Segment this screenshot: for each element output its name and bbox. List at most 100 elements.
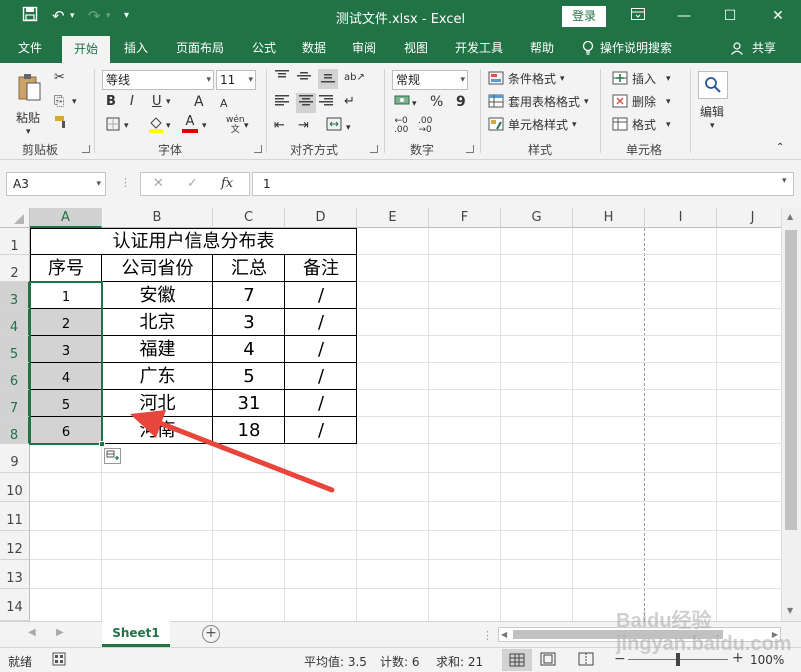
- delete-cells-icon[interactable]: [612, 94, 628, 114]
- align-left-icon[interactable]: [274, 93, 290, 113]
- align-bottom-icon[interactable]: [318, 69, 338, 89]
- font-size-select[interactable]: 11 ▾: [216, 70, 256, 90]
- row-header-10[interactable]: 10: [0, 473, 30, 502]
- tab-view[interactable]: 视图: [396, 33, 436, 63]
- border-icon[interactable]: [106, 117, 120, 137]
- decrease-decimal-icon[interactable]: .00 →0: [418, 117, 432, 135]
- tab-formulas[interactable]: 公式: [244, 33, 284, 63]
- select-all-corner[interactable]: [0, 208, 30, 228]
- align-top-icon[interactable]: [274, 69, 290, 89]
- cell-styles-icon[interactable]: [488, 117, 504, 137]
- column-header-c[interactable]: C: [213, 208, 285, 228]
- header-cell-province[interactable]: 公司省份: [102, 255, 213, 282]
- column-header-a[interactable]: A: [30, 208, 102, 228]
- quick-analysis-icon[interactable]: [104, 448, 121, 464]
- header-cell-notes[interactable]: 备注: [285, 255, 357, 282]
- data-cell[interactable]: 5: [213, 363, 285, 390]
- format-as-table-button[interactable]: 套用表格格式: [508, 93, 580, 111]
- copy-dropdown-icon[interactable]: ▾: [72, 93, 77, 111]
- comma-style-button[interactable]: 9: [456, 93, 466, 111]
- data-cell[interactable]: /: [285, 309, 357, 336]
- column-header-i[interactable]: I: [645, 208, 717, 228]
- paste-icon[interactable]: [14, 73, 44, 107]
- data-cell[interactable]: /: [285, 336, 357, 363]
- row-header-12[interactable]: 12: [0, 531, 30, 560]
- cell-styles-dropdown-icon[interactable]: ▾: [572, 116, 577, 134]
- tab-help[interactable]: 帮助: [522, 33, 562, 63]
- tab-file[interactable]: 文件: [8, 33, 52, 63]
- cancel-icon[interactable]: ✕: [153, 176, 164, 191]
- next-sheet-icon[interactable]: ▶: [56, 627, 64, 638]
- underline-dropdown-icon[interactable]: ▾: [166, 93, 171, 111]
- data-cell[interactable]: 北京: [102, 309, 213, 336]
- row-header-13[interactable]: 13: [0, 560, 30, 589]
- bold-button[interactable]: B: [106, 93, 116, 111]
- data-cell[interactable]: 7: [213, 282, 285, 309]
- data-cell[interactable]: 4: [213, 336, 285, 363]
- insert-dropdown-icon[interactable]: ▾: [666, 70, 671, 88]
- delete-dropdown-icon[interactable]: ▾: [666, 93, 671, 111]
- wrap-text-icon[interactable]: ↵: [344, 93, 355, 111]
- table-title[interactable]: 认证用户信息分布表: [30, 228, 357, 255]
- insert-function-button[interactable]: fx: [221, 176, 233, 191]
- grow-font-button[interactable]: A: [194, 93, 204, 111]
- align-middle-icon[interactable]: [296, 69, 312, 89]
- scroll-up-icon[interactable]: ▲: [787, 212, 793, 221]
- phonetic-icon[interactable]: wén 文: [226, 115, 245, 135]
- italic-button[interactable]: I: [130, 93, 134, 111]
- cut-icon[interactable]: ✂: [54, 69, 65, 87]
- underline-button[interactable]: U: [152, 93, 162, 111]
- row-header-14[interactable]: 14: [0, 589, 30, 621]
- minimize-icon[interactable]: —: [670, 4, 698, 28]
- tab-home[interactable]: 开始: [62, 36, 110, 63]
- ribbon-display-icon[interactable]: [624, 4, 652, 28]
- cell-styles-button[interactable]: 单元格样式: [508, 116, 568, 134]
- alignment-launcher-icon[interactable]: [370, 145, 378, 153]
- border-dropdown-icon[interactable]: ▾: [124, 117, 129, 135]
- align-center-icon[interactable]: [296, 93, 316, 113]
- clipboard-launcher-icon[interactable]: [82, 145, 90, 153]
- add-sheet-button[interactable]: +: [202, 625, 220, 643]
- insert-cells-icon[interactable]: [612, 71, 628, 91]
- expand-formula-icon[interactable]: ▾: [782, 176, 787, 186]
- tab-page-layout[interactable]: 页面布局: [168, 33, 232, 63]
- merge-center-icon[interactable]: [326, 117, 342, 137]
- column-header-h[interactable]: H: [573, 208, 645, 228]
- format-as-table-icon[interactable]: [488, 94, 504, 114]
- phonetic-dropdown-icon[interactable]: ▾: [244, 117, 249, 135]
- scroll-thumb[interactable]: [785, 230, 797, 530]
- column-header-e[interactable]: E: [357, 208, 429, 228]
- tab-developer[interactable]: 开发工具: [448, 33, 510, 63]
- format-dropdown-icon[interactable]: ▾: [666, 116, 671, 134]
- fill-handle[interactable]: [99, 441, 105, 447]
- share-button[interactable]: 共享: [748, 33, 780, 63]
- search-icon[interactable]: [698, 71, 728, 99]
- enter-icon[interactable]: ✓: [187, 176, 198, 191]
- fill-color-dropdown-icon[interactable]: ▾: [166, 117, 171, 135]
- prev-sheet-icon[interactable]: ◀: [28, 627, 36, 638]
- font-color-icon[interactable]: A: [182, 115, 198, 133]
- worksheet-grid[interactable]: A B C D E F G H I J 1 2 3 4 5 6 7 8 9 10…: [0, 208, 781, 621]
- more-icon[interactable]: ⋮: [120, 176, 131, 189]
- column-header-f[interactable]: F: [429, 208, 501, 228]
- row-header-11[interactable]: 11: [0, 502, 30, 531]
- row-header-6[interactable]: 6: [0, 363, 30, 390]
- merge-dropdown-icon[interactable]: ▾: [346, 119, 351, 137]
- shrink-font-button[interactable]: A: [220, 95, 228, 113]
- data-cell[interactable]: /: [285, 363, 357, 390]
- format-cells-icon[interactable]: [612, 117, 628, 137]
- currency-dropdown-icon[interactable]: ▾: [412, 95, 417, 113]
- delete-cells-button[interactable]: 删除: [632, 93, 656, 111]
- conditional-format-button[interactable]: 条件格式: [508, 70, 556, 88]
- conditional-format-icon[interactable]: [488, 71, 504, 91]
- column-header-b[interactable]: B: [102, 208, 213, 228]
- currency-icon[interactable]: [394, 93, 410, 113]
- column-header-d[interactable]: D: [285, 208, 357, 228]
- copy-icon[interactable]: ⎘: [54, 93, 64, 111]
- percent-button[interactable]: %: [430, 93, 443, 111]
- insert-cells-button[interactable]: 插入: [632, 70, 656, 88]
- macro-record-icon[interactable]: [52, 652, 66, 666]
- row-header-4[interactable]: 4: [0, 309, 30, 336]
- column-header-g[interactable]: G: [501, 208, 573, 228]
- font-name-select[interactable]: 等线 ▾: [102, 70, 214, 90]
